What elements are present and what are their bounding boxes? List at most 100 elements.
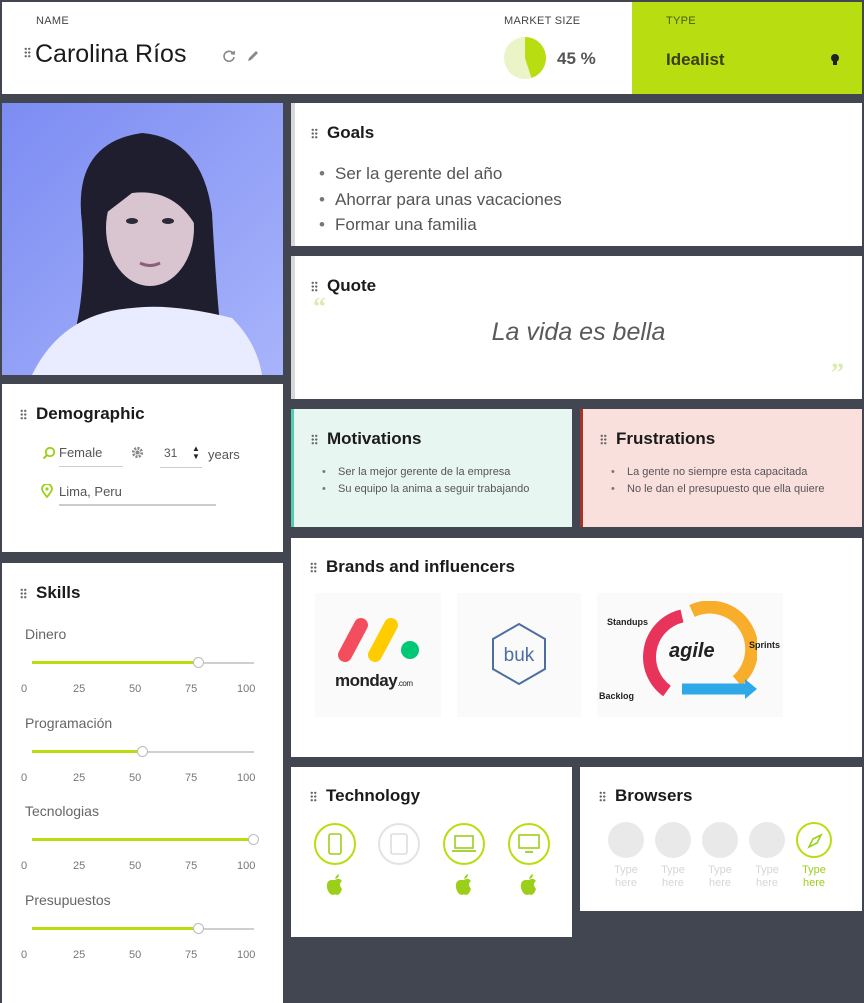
edge-icon[interactable]	[702, 822, 738, 858]
browser-label: Type here	[614, 864, 638, 889]
age-value: 31	[164, 446, 178, 460]
list-item[interactable]: Formar una familia	[317, 212, 562, 238]
browsers-title: Browsers	[615, 786, 693, 805]
apple-icon[interactable]	[454, 874, 474, 896]
agile-backlog: Backlog	[599, 691, 635, 701]
drag-handle-icon[interactable]	[20, 588, 27, 600]
skill-slider-thumb[interactable]	[192, 922, 204, 934]
name-label: NAME	[36, 15, 69, 27]
skill-tick-label: 100	[237, 948, 256, 961]
list-item[interactable]: La gente no siempre esta capacitada	[609, 464, 839, 481]
stepper-arrows-icon[interactable]: ▲ ▼	[192, 445, 200, 461]
brand-monday[interactable]: monday.com	[315, 593, 441, 717]
buk-wordmark: buk	[503, 645, 535, 666]
browser-label: Type here	[802, 864, 826, 889]
tablet-toggle[interactable]	[378, 823, 420, 865]
desktop-icon	[518, 834, 540, 853]
skills-title: Skills	[36, 583, 81, 602]
drag-handle-icon[interactable]	[310, 791, 317, 803]
type-label: TYPE	[666, 15, 696, 27]
firefox-icon[interactable]	[655, 822, 691, 858]
demographic-card: Demographic Female 31 ▲ ▼ years Lima, Per…	[2, 384, 283, 552]
list-item[interactable]: Ser la gerente del año	[317, 161, 562, 187]
drag-handle-icon[interactable]	[24, 47, 31, 58]
skill-tick-label: 100	[237, 771, 256, 784]
market-size-value: 45 %	[557, 49, 596, 68]
opera-icon[interactable]	[749, 822, 785, 858]
goals-title: Goals	[327, 123, 375, 142]
persona-name[interactable]: Carolina Ríos	[35, 40, 186, 69]
browser-label: Type here	[661, 864, 685, 889]
pencil-icon[interactable]	[246, 49, 260, 63]
drag-handle-icon[interactable]	[600, 434, 607, 446]
apple-icon[interactable]	[519, 874, 539, 896]
persona-photo[interactable]	[2, 103, 283, 375]
type-panel: TYPE Idealist	[632, 2, 862, 94]
browser-label: Type here	[755, 864, 779, 889]
skill-label: Programación	[25, 714, 113, 731]
list-item[interactable]: Su equipo la anima a seguir trabajando	[320, 481, 560, 498]
motivations-card: Motivations Ser la mejor gerente de la e…	[291, 409, 572, 527]
skill-tick-label: 75	[185, 771, 198, 784]
drag-handle-icon[interactable]	[311, 434, 318, 446]
gear-icon[interactable]	[131, 446, 144, 459]
type-value[interactable]: Idealist	[666, 50, 725, 70]
browser-label: Type here	[708, 864, 732, 889]
agile-word: agile	[669, 640, 715, 662]
skill-tick-label: 25	[73, 860, 86, 872]
persona-header: NAME Carolina Ríos MARKET SIZE 45 % TYPE…	[2, 2, 862, 94]
monday-logo	[338, 618, 419, 662]
drag-handle-icon[interactable]	[311, 128, 318, 140]
quote-text[interactable]: La vida es bella	[295, 318, 862, 347]
skill-slider-thumb[interactable]	[137, 745, 148, 757]
skill-tick-label: 0	[21, 683, 28, 695]
close-quote-icon: ”	[831, 358, 844, 387]
list-item[interactable]: Ahorrar para unas vacaciones	[317, 187, 562, 213]
location-field[interactable]: Lima, Peru	[59, 484, 216, 506]
technology-card: Technology	[291, 767, 572, 937]
drag-handle-icon[interactable]	[311, 281, 318, 293]
skill-tick-label: 50	[129, 683, 142, 695]
safari-icon[interactable]	[796, 822, 832, 858]
location-pin-icon	[41, 484, 53, 498]
refresh-icon[interactable]	[222, 49, 236, 63]
agile-sprints: Sprints	[749, 640, 781, 650]
apple-icon[interactable]	[325, 874, 345, 896]
brand-agile[interactable]: agile Standups Sprints Backlog	[597, 593, 783, 717]
mobile-toggle[interactable]	[314, 823, 356, 865]
list-item[interactable]: No le dan el presupuesto que ella quiere	[609, 481, 839, 498]
market-size-label: MARKET SIZE	[504, 15, 581, 27]
agile-standups: Standups	[607, 617, 649, 627]
brands-card: Brands and influencers monday.com buk ag…	[291, 538, 862, 757]
skill-tick-label: 100	[237, 683, 256, 695]
technology-title: Technology	[326, 786, 421, 805]
age-unit: years	[208, 447, 240, 462]
market-size-pie	[504, 37, 546, 79]
brand-buk[interactable]: buk	[457, 593, 581, 717]
skill-tick-label: 25	[73, 683, 86, 695]
list-item[interactable]: Ser la mejor gerente de la empresa	[320, 464, 560, 481]
laptop-toggle[interactable]	[443, 823, 485, 865]
skill-slider-thumb[interactable]	[192, 657, 204, 668]
skill-tick-label: 0	[21, 860, 28, 872]
skill-slider-fill	[32, 838, 254, 841]
drag-handle-icon[interactable]	[599, 791, 606, 803]
drag-handle-icon[interactable]	[310, 562, 317, 574]
motivations-title: Motivations	[327, 429, 422, 448]
quote-title: Quote	[327, 276, 377, 295]
frustrations-list: La gente no siempre esta capacitadaNo le…	[609, 464, 839, 498]
gender-field[interactable]: Female	[59, 445, 123, 467]
desktop-toggle[interactable]	[508, 823, 550, 865]
chrome-icon[interactable]	[608, 822, 644, 858]
demographic-title: Demographic	[36, 404, 145, 423]
goals-list: Ser la gerente del añoAhorrar para unas …	[317, 161, 562, 238]
search-icon	[42, 446, 56, 460]
skill-tick-label: 25	[73, 948, 86, 961]
frustrations-card: Frustrations La gente no siempre esta ca…	[580, 409, 862, 527]
skill-slider-fill	[32, 926, 199, 930]
lightbulb-icon[interactable]	[830, 53, 840, 67]
skill-slider-thumb[interactable]	[248, 834, 259, 845]
frustrations-title: Frustrations	[616, 429, 716, 448]
drag-handle-icon[interactable]	[20, 409, 27, 421]
browsers-card: Browsers Type here Type here Type here T…	[580, 767, 862, 911]
